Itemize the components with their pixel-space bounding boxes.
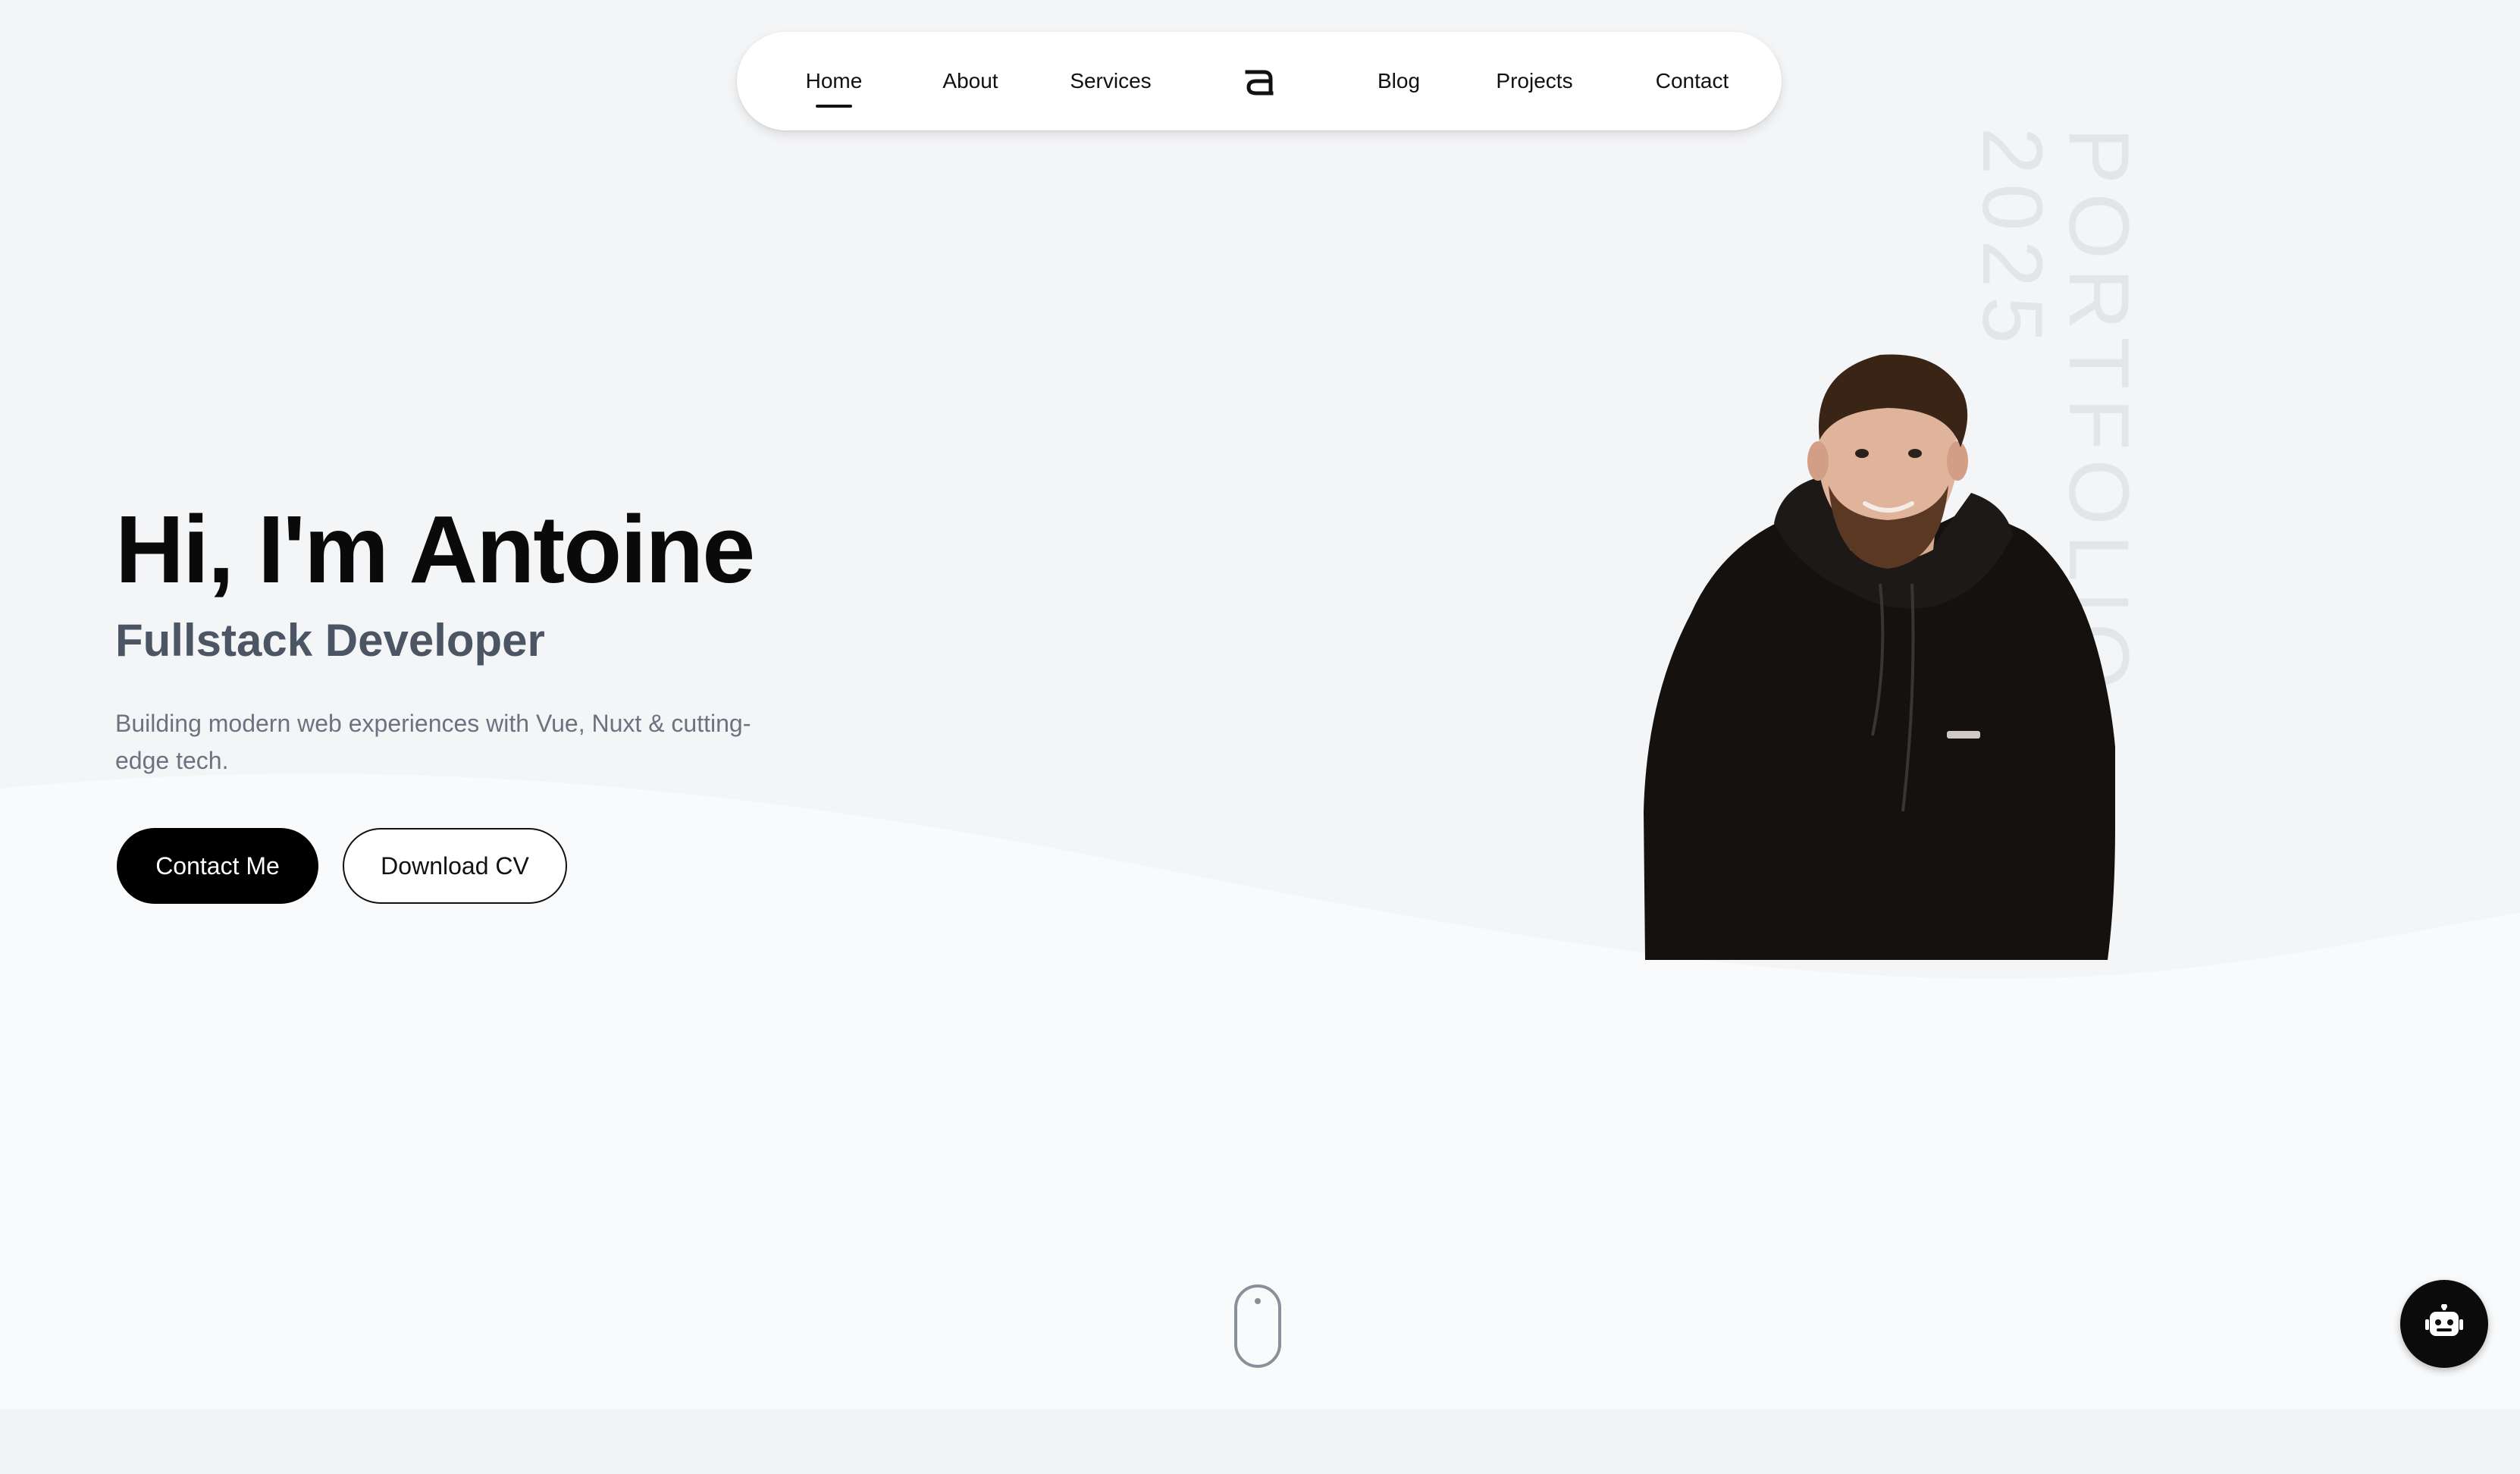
- page: PORTFOLIO 2025 Home About Services Blog …: [0, 0, 2520, 1474]
- scroll-wheel-dot: [1255, 1298, 1261, 1304]
- hero-description: Building modern web experiences with Vue…: [115, 710, 751, 774]
- nav-item-about[interactable]: About: [928, 32, 1013, 130]
- active-indicator: [816, 105, 852, 108]
- chatbot-button[interactable]: [2400, 1280, 2488, 1368]
- nav-item-blog[interactable]: Blog: [1365, 32, 1433, 130]
- nav-item-home[interactable]: Home: [791, 32, 876, 130]
- navbar: Home About Services Blog Projects Contac…: [737, 32, 1782, 130]
- robot-icon: [2425, 1304, 2463, 1336]
- hero-title: Hi, I'm Antoine: [115, 496, 755, 603]
- a-logo-icon[interactable]: [1240, 62, 1278, 100]
- hero-subtitle: Fullstack Developer: [115, 615, 545, 666]
- next-section-band: [0, 1409, 2520, 1474]
- mouse-scroll-icon[interactable]: [1234, 1284, 1281, 1368]
- nav-item-projects[interactable]: Projects: [1483, 32, 1586, 130]
- contact-me-button[interactable]: Contact Me: [117, 828, 318, 904]
- download-cv-button[interactable]: Download CV: [343, 828, 567, 904]
- year-vertical-text: 2025: [1965, 127, 2060, 353]
- nav-item-services[interactable]: Services: [1054, 32, 1168, 130]
- profile-photo: [1644, 354, 2115, 960]
- nav-item-contact[interactable]: Contact: [1644, 32, 1741, 130]
- nav-item-label: Home: [805, 69, 863, 93]
